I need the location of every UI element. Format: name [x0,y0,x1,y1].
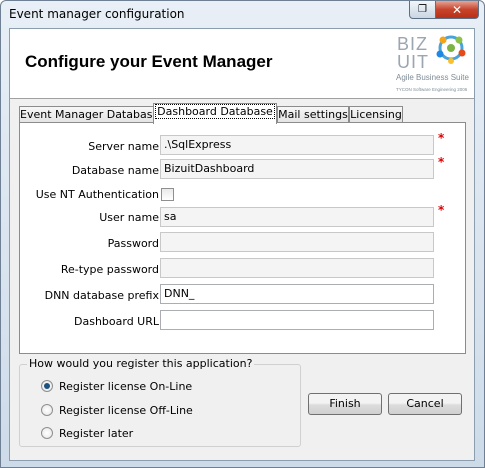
finish-button[interactable]: Finish [308,393,382,415]
user-name-label: User name [99,211,159,224]
use-nt-auth-checkbox[interactable] [161,188,174,201]
tab-licensing[interactable]: Licensing [349,106,403,123]
dnn-prefix-field[interactable]: DNN_ [160,284,434,304]
radio-label: Register license On-Line [59,379,193,393]
dialog-body: Configure your Event Manager BIZ UIT Agi… [9,28,475,461]
dashboard-url-field[interactable] [160,310,434,330]
restore-button[interactable]: ❐ [409,1,436,19]
radio-label: Register later [59,426,134,440]
tab-label: Dashboard Database [155,104,275,119]
database-name-label: Database name [71,164,159,177]
retype-password-field[interactable] [160,258,434,278]
logo-subtitle: Agile Business Suite [396,73,469,82]
registration-group: How would you register this application?… [19,357,301,447]
password-label: Password [107,237,159,250]
retype-password-label: Re-type password [60,263,159,276]
close-button[interactable]: ✕ [435,1,479,19]
database-name-field[interactable]: BizuitDashboard [160,159,434,179]
tab-label: Mail settings [278,108,348,121]
tab-event-manager-database[interactable]: Event Manager Database [19,106,159,123]
password-field[interactable] [160,232,434,252]
radio-register-offline[interactable]: Register license Off-Line [41,402,193,418]
tab-label: Licensing [350,108,402,121]
tab-mail-settings[interactable]: Mail settings [277,106,349,123]
required-marker: * [438,203,445,217]
logo-caption: TYCON Software Engineering 2006 [396,87,468,92]
close-icon: ✕ [451,2,463,17]
use-nt-auth-label: Use NT Authentication [35,188,159,201]
restore-icon: ❐ [418,4,427,15]
radio-button[interactable] [41,404,53,416]
server-name-field[interactable]: .\SqlExpress [160,135,434,155]
user-name-field[interactable]: sa [160,207,434,227]
bizuit-logo: BIZ UIT Agile Business Suite TYCON Softw… [393,31,473,95]
server-name-label: Server name [88,140,159,153]
window-title: Event manager configuration [9,7,185,21]
radio-label: Register license Off-Line [59,403,193,417]
required-marker: * [438,131,445,145]
tab-dashboard-database[interactable]: Dashboard Database [153,103,277,124]
radio-register-online[interactable]: Register license On-Line [41,378,192,394]
radio-button[interactable] [41,380,53,392]
logo-wordmark: BIZ UIT [397,34,429,72]
app-window: Event manager configuration ❐ ✕ Configur… [0,0,485,468]
title-bar[interactable]: Event manager configuration ❐ ✕ [1,1,484,28]
radio-register-later[interactable]: Register later [41,425,133,441]
registration-legend: How would you register this application? [27,357,255,370]
tab-label: Event Manager Database [20,108,160,121]
dnn-prefix-label: DNN database prefix [44,289,159,302]
dashboard-url-label: Dashboard URL [74,315,159,328]
header-banner: Configure your Event Manager BIZ UIT Agi… [10,29,474,99]
page-title: Configure your Event Manager [25,52,273,71]
required-marker: * [438,155,445,169]
cancel-button[interactable]: Cancel [388,393,462,415]
radio-button[interactable] [41,427,53,439]
tab-panel-dashboard-database: Server name .\SqlExpress * Database name… [19,122,466,354]
